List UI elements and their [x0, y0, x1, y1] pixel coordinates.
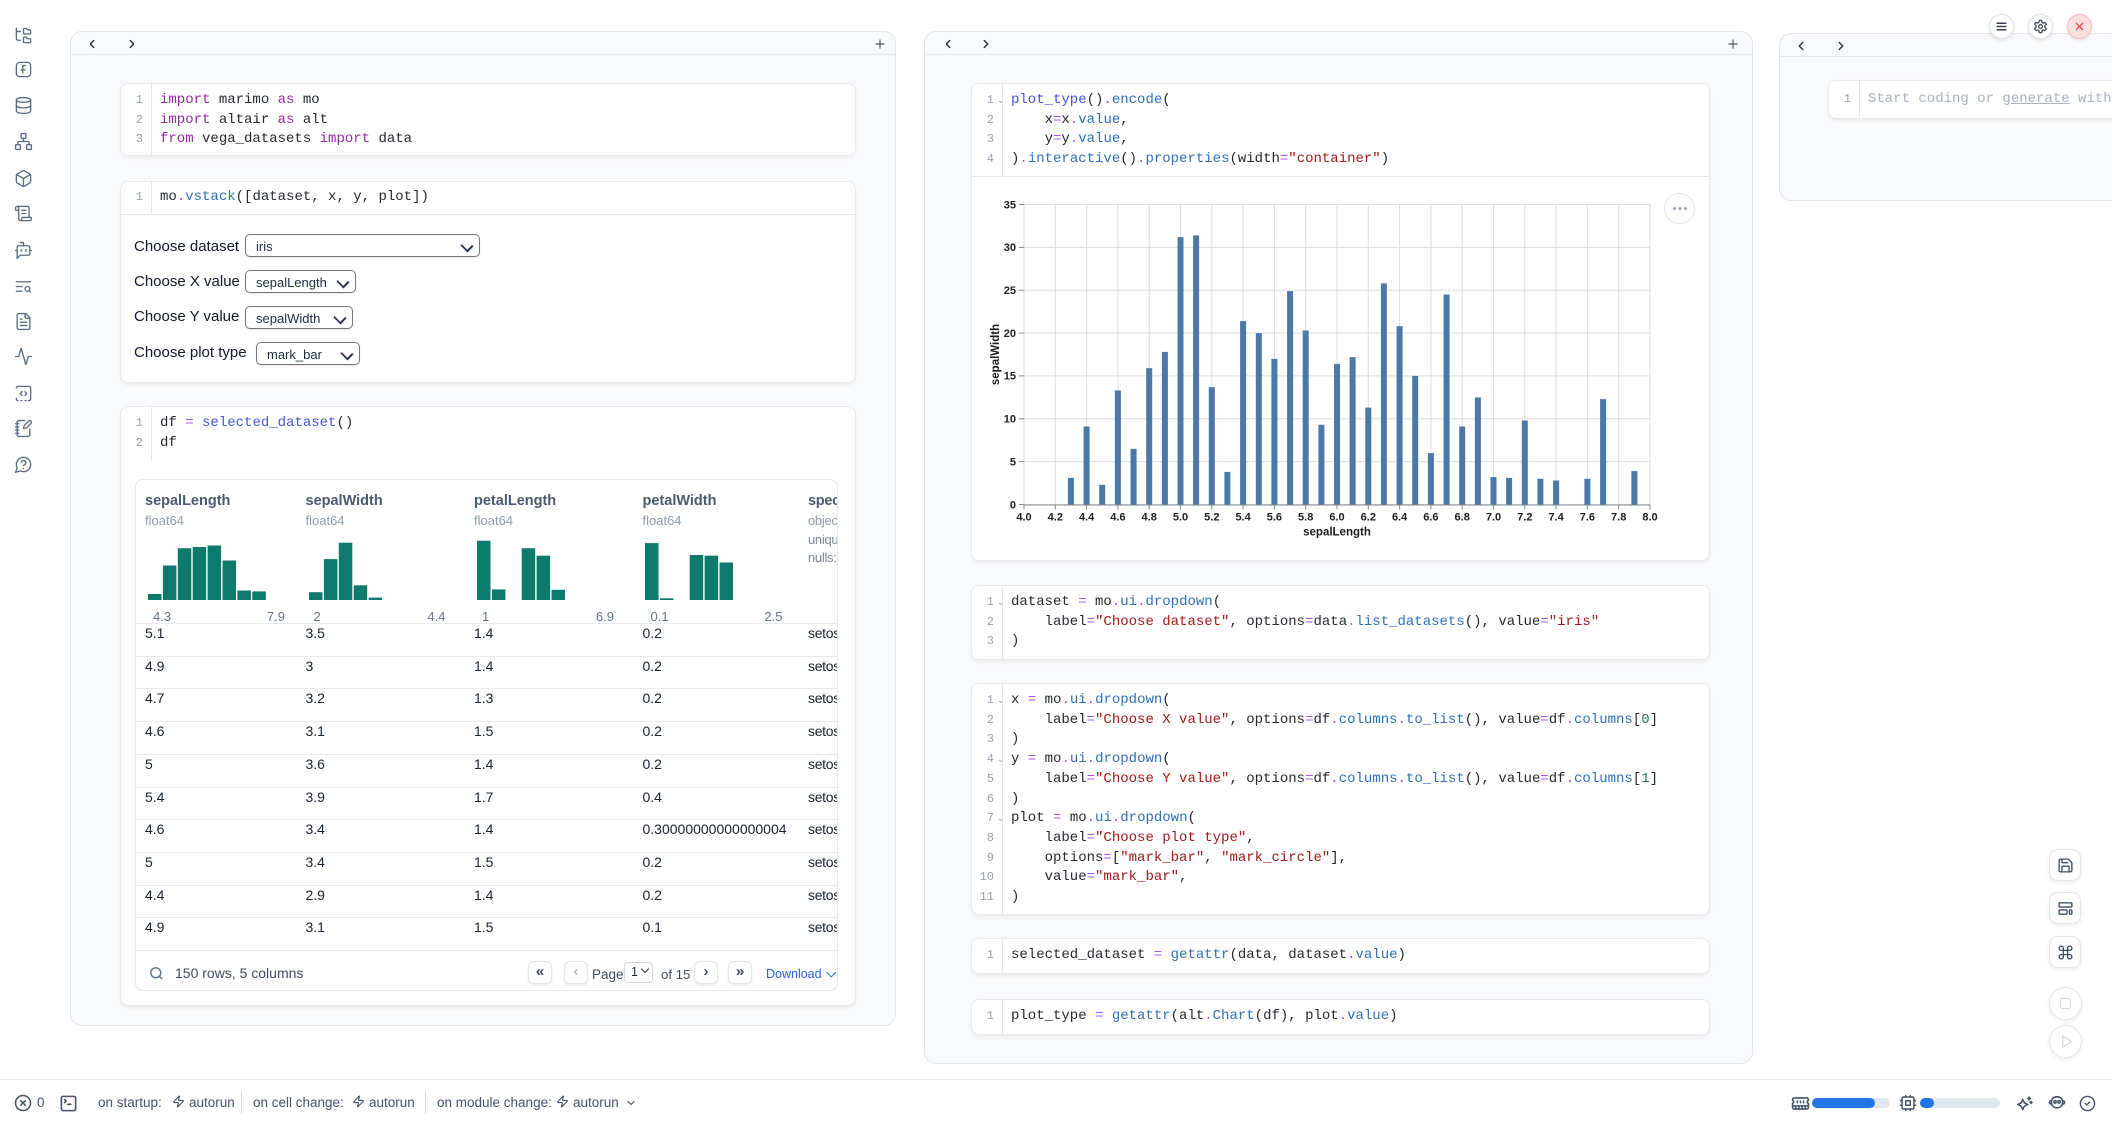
svg-text:7.0: 7.0	[1486, 511, 1501, 523]
svg-text:4.8: 4.8	[1142, 511, 1157, 523]
svg-text:10: 10	[1004, 413, 1016, 425]
svg-text:5.6: 5.6	[1267, 511, 1282, 523]
svg-text:sepalWidth: sepalWidth	[990, 323, 1002, 384]
svg-text:25: 25	[1004, 285, 1016, 297]
svg-text:4.6: 4.6	[1110, 511, 1125, 523]
svg-text:7.8: 7.8	[1611, 511, 1626, 523]
svg-text:6.4: 6.4	[1392, 511, 1408, 523]
svg-text:5.0: 5.0	[1173, 511, 1188, 523]
svg-text:5.2: 5.2	[1204, 511, 1219, 523]
svg-text:4.0: 4.0	[1016, 511, 1031, 523]
svg-text:15: 15	[1004, 370, 1016, 382]
svg-text:6.0: 6.0	[1329, 511, 1344, 523]
svg-text:30: 30	[1004, 242, 1016, 254]
svg-text:7.6: 7.6	[1580, 511, 1595, 523]
svg-text:7.4: 7.4	[1548, 511, 1564, 523]
svg-text:6.6: 6.6	[1423, 511, 1438, 523]
svg-text:5: 5	[1010, 456, 1016, 468]
svg-text:6.2: 6.2	[1361, 511, 1376, 523]
svg-text:8.0: 8.0	[1642, 511, 1657, 523]
svg-text:sepalLength: sepalLength	[1303, 526, 1371, 538]
svg-text:4.2: 4.2	[1048, 511, 1063, 523]
svg-text:5.4: 5.4	[1235, 511, 1251, 523]
svg-text:4.4: 4.4	[1079, 511, 1095, 523]
svg-text:0: 0	[1010, 499, 1016, 511]
svg-text:35: 35	[1004, 199, 1016, 211]
svg-text:5.8: 5.8	[1298, 511, 1313, 523]
svg-text:6.8: 6.8	[1455, 511, 1470, 523]
svg-text:20: 20	[1004, 327, 1016, 339]
svg-text:7.2: 7.2	[1517, 511, 1532, 523]
